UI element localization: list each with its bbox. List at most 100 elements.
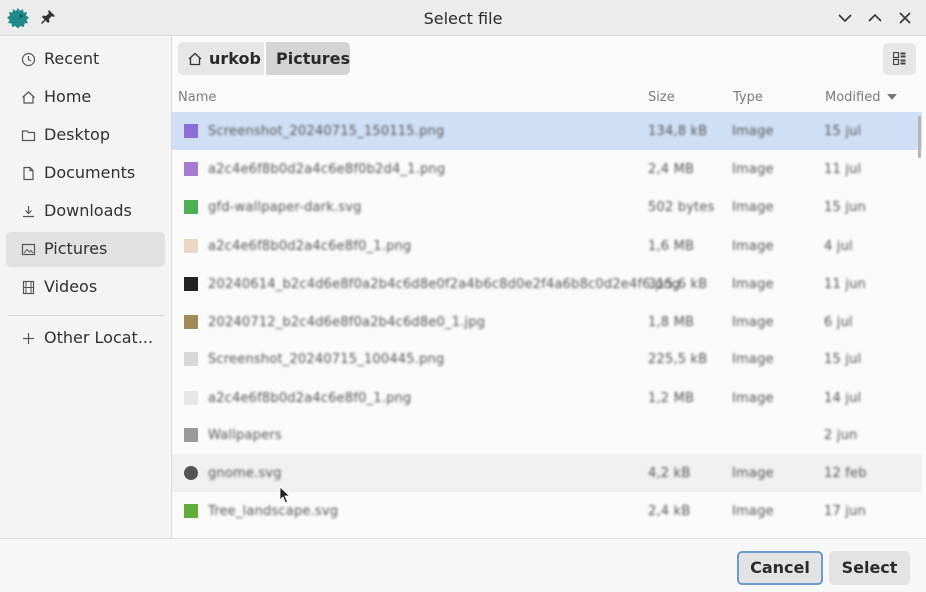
dialog-footer: Cancel Select xyxy=(0,538,926,592)
file-name: 20240614_b2c4d6e8f0a2b4c6d8e0f2a4b6c8d0e… xyxy=(208,277,681,292)
film-icon xyxy=(22,280,35,295)
file-size: 315,6 kB xyxy=(648,277,708,292)
sidebar-separator xyxy=(8,315,164,316)
column-header-modified[interactable]: Modified xyxy=(825,90,880,105)
places-sidebar: Recent Home Desktop Documents Downloads … xyxy=(0,36,172,538)
file-type: Image xyxy=(732,352,774,367)
breadcrumb-label: urkob xyxy=(209,49,261,68)
table-row[interactable]: gfd-wallpaper-dark.svg 502 bytes Image 1… xyxy=(172,188,922,226)
sidebar-item-home[interactable]: Home xyxy=(6,80,165,115)
sidebar-item-videos[interactable]: Videos xyxy=(6,270,165,305)
sidebar-item-pictures[interactable]: Pictures xyxy=(6,232,165,267)
grid-view-icon xyxy=(893,52,906,65)
sidebar-item-label: Downloads xyxy=(44,201,132,220)
image-file-icon xyxy=(184,200,198,214)
image-file-icon xyxy=(184,315,198,329)
file-size: 4,2 kB xyxy=(648,466,691,481)
table-row[interactable]: a2c4e6f8b0d2a4c6e8f0b2d4_1.png 2,4 MB Im… xyxy=(172,150,922,188)
file-modified: 14 jul xyxy=(824,391,862,406)
sidebar-item-other-locations[interactable]: Other Locat... xyxy=(6,321,165,356)
image-file-icon xyxy=(184,504,198,518)
image-icon xyxy=(21,243,36,256)
home-icon xyxy=(22,91,35,104)
file-type: Image xyxy=(732,239,774,254)
file-size: 1,8 MB xyxy=(648,315,695,330)
image-file-icon xyxy=(184,466,198,480)
file-modified: 15 jul xyxy=(824,352,862,367)
sidebar-item-downloads[interactable]: Downloads xyxy=(6,194,165,229)
file-name: gnome.svg xyxy=(208,466,282,481)
select-button[interactable]: Select xyxy=(829,551,910,585)
file-name: a2c4e6f8b0d2a4c6e8f0_1.png xyxy=(208,239,412,254)
image-file-icon xyxy=(184,162,198,176)
clock-icon xyxy=(21,52,36,67)
download-icon xyxy=(23,206,34,218)
mouse-pointer-icon xyxy=(279,486,291,504)
minimize-chevron-icon[interactable] xyxy=(835,8,855,28)
sidebar-item-label: Videos xyxy=(44,277,98,296)
table-row[interactable]: Screenshot_20240715_100445.png 225,5 kB … xyxy=(172,340,922,378)
file-size: 1,2 MB xyxy=(648,391,695,406)
sort-descending-icon xyxy=(887,94,897,100)
file-type: Image xyxy=(732,504,774,519)
file-modified: 12 feb xyxy=(824,466,867,481)
file-size: 225,5 kB xyxy=(648,352,708,367)
file-modified: 15 jun xyxy=(824,200,866,215)
scrollbar[interactable] xyxy=(918,116,921,158)
sidebar-item-label: Recent xyxy=(44,49,100,68)
file-type: Image xyxy=(732,200,774,215)
view-toggle-button[interactable] xyxy=(883,43,916,75)
sidebar-item-recent[interactable]: Recent xyxy=(6,42,165,77)
file-type: Image xyxy=(732,315,774,330)
file-size: 502 bytes xyxy=(648,200,715,215)
file-modified: 11 jul xyxy=(824,162,862,177)
table-row[interactable]: Screenshot_20240715_150115.png 134,8 kB … xyxy=(172,112,922,150)
image-file-icon xyxy=(184,239,198,253)
close-icon[interactable] xyxy=(895,8,915,28)
sidebar-item-documents[interactable]: Documents xyxy=(6,156,165,191)
file-modified: 15 jul xyxy=(824,124,862,139)
table-row[interactable]: 20240614_b2c4d6e8f0a2b4c6d8e0f2a4b6c8d0e… xyxy=(172,265,922,303)
column-header-type[interactable]: Type xyxy=(733,90,763,105)
file-size: 134,8 kB xyxy=(648,124,708,139)
breadcrumb-home[interactable]: urkob xyxy=(178,42,264,75)
file-size: 2,4 MB xyxy=(648,162,695,177)
image-file-icon xyxy=(184,124,198,138)
image-file-icon xyxy=(184,352,198,366)
home-icon xyxy=(188,52,202,66)
maximize-chevron-icon[interactable] xyxy=(865,8,885,28)
file-name: Screenshot_20240715_100445.png xyxy=(208,352,445,367)
file-type: Image xyxy=(732,124,774,139)
image-file-icon xyxy=(184,277,198,291)
file-type: Image xyxy=(732,162,774,177)
file-name: gfd-wallpaper-dark.svg xyxy=(208,200,362,215)
window-title: Select file xyxy=(423,9,503,28)
sidebar-item-desktop[interactable]: Desktop xyxy=(6,118,165,153)
file-name: Tree_landscape.svg xyxy=(208,504,339,519)
file-name: a2c4e6f8b0d2a4c6e8f0_1.png xyxy=(208,391,412,406)
column-header-size[interactable]: Size xyxy=(648,90,675,105)
cancel-button[interactable]: Cancel xyxy=(737,551,823,585)
folder-icon xyxy=(21,130,36,142)
file-name: Wallpapers xyxy=(208,428,282,443)
table-row[interactable]: 20240712_b2c4d6e8f0a2b4c6d8e0_1.jpg 1,8 … xyxy=(172,303,922,341)
file-name: a2c4e6f8b0d2a4c6e8f0b2d4_1.png xyxy=(208,162,446,177)
file-name: Screenshot_20240715_150115.png xyxy=(208,124,445,139)
plus-icon xyxy=(23,333,34,344)
table-row[interactable]: a2c4e6f8b0d2a4c6e8f0_1.png 1,2 MB Image … xyxy=(172,379,922,417)
file-modified: 11 jun xyxy=(824,277,866,292)
file-modified: 6 jul xyxy=(824,315,853,330)
table-row[interactable]: Wallpapers 2 jun xyxy=(172,416,922,454)
table-row[interactable]: a2c4e6f8b0d2a4c6e8f0_1.png 1,6 MB Image … xyxy=(172,227,922,265)
file-modified: 2 jun xyxy=(824,428,858,443)
file-type: Image xyxy=(732,391,774,406)
file-list: Screenshot_20240715_150115.png 134,8 kB … xyxy=(172,112,926,538)
file-type: Image xyxy=(732,277,774,292)
column-header-name[interactable]: Name xyxy=(178,90,216,105)
title-bar: Select file xyxy=(0,0,926,36)
folder-icon xyxy=(184,428,198,442)
file-size: 1,6 MB xyxy=(648,239,695,254)
file-modified: 17 jun xyxy=(824,504,866,519)
breadcrumb-pictures[interactable]: Pictures xyxy=(266,42,350,75)
file-type: Image xyxy=(732,466,774,481)
